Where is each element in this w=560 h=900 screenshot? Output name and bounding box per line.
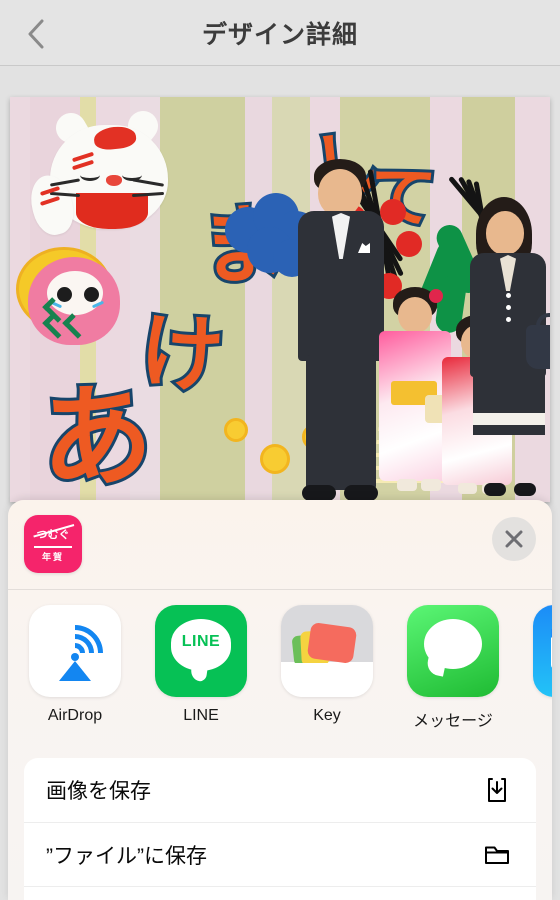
- source-app-icon: つむぐ 年賀: [24, 515, 82, 573]
- brush-character-ke: け: [134, 300, 229, 408]
- share-target-airdrop[interactable]: AirDrop: [26, 605, 124, 725]
- share-sheet: つむぐ 年賀 AirDrop LINE LINE Key メッセージ 画像を保存…: [8, 500, 552, 900]
- action-label: ”ファイル”に保存: [46, 844, 207, 868]
- handbag: [526, 325, 550, 369]
- page-title: デザイン詳細: [201, 20, 358, 49]
- share-sheet-header: つむぐ 年賀: [8, 500, 552, 590]
- folder-icon: [480, 838, 514, 872]
- daruma-eye-right: [84, 287, 99, 302]
- action-save-to-files[interactable]: ”ファイル”に保存: [24, 822, 536, 886]
- fan-dot: [260, 444, 290, 474]
- fan-dot: [224, 418, 248, 442]
- share-target-key[interactable]: Key: [278, 605, 376, 725]
- daruma-eye-left: [57, 287, 72, 302]
- share-target-messages[interactable]: メッセージ: [404, 605, 502, 731]
- action-save-image[interactable]: 画像を保存: [24, 758, 536, 822]
- close-button[interactable]: [492, 517, 536, 561]
- share-target-mail[interactable]: メール: [530, 605, 552, 731]
- app-icon-subtitle: 年賀: [41, 551, 64, 562]
- cat-red-bib: [76, 193, 148, 229]
- brush-character-a: あ: [34, 367, 159, 502]
- action-row-partial[interactable]: [24, 886, 536, 900]
- share-target-label: LINE: [183, 707, 219, 724]
- screen-design-detail: デザイン詳細 て け あ つむぐ 年賀 AirDrop LINE LINE Ke…: [0, 0, 560, 900]
- red-berry: [380, 199, 406, 225]
- mail-icon: [533, 605, 552, 697]
- share-target-label: Key: [313, 707, 341, 724]
- close-icon: [505, 530, 523, 548]
- share-target-label: メッセージ: [413, 713, 493, 730]
- navigation-bar: デザイン詳細: [0, 0, 560, 66]
- share-apps-row[interactable]: AirDrop LINE LINE Key メッセージ: [8, 605, 552, 740]
- cat-nose: [106, 175, 122, 186]
- share-actions-list: 画像を保存 ”ファイル”に保存: [24, 758, 536, 900]
- preview-canvas: し て ま け あ: [10, 97, 550, 502]
- airdrop-icon: [29, 605, 121, 697]
- icon-underline: [34, 546, 72, 548]
- share-target-label: AirDrop: [47, 707, 103, 724]
- red-berry: [396, 231, 422, 257]
- line-icon: LINE: [155, 605, 247, 697]
- cat-eye-left: [80, 169, 100, 181]
- app-icon-name: つむぐ: [36, 529, 70, 542]
- key-wallet-icon: [281, 605, 373, 697]
- action-label: 画像を保存: [46, 780, 151, 803]
- share-target-line[interactable]: LINE LINE: [152, 605, 250, 725]
- messages-icon: [407, 605, 499, 697]
- design-preview-image[interactable]: し て ま け あ: [10, 97, 550, 502]
- download-icon: [480, 773, 514, 807]
